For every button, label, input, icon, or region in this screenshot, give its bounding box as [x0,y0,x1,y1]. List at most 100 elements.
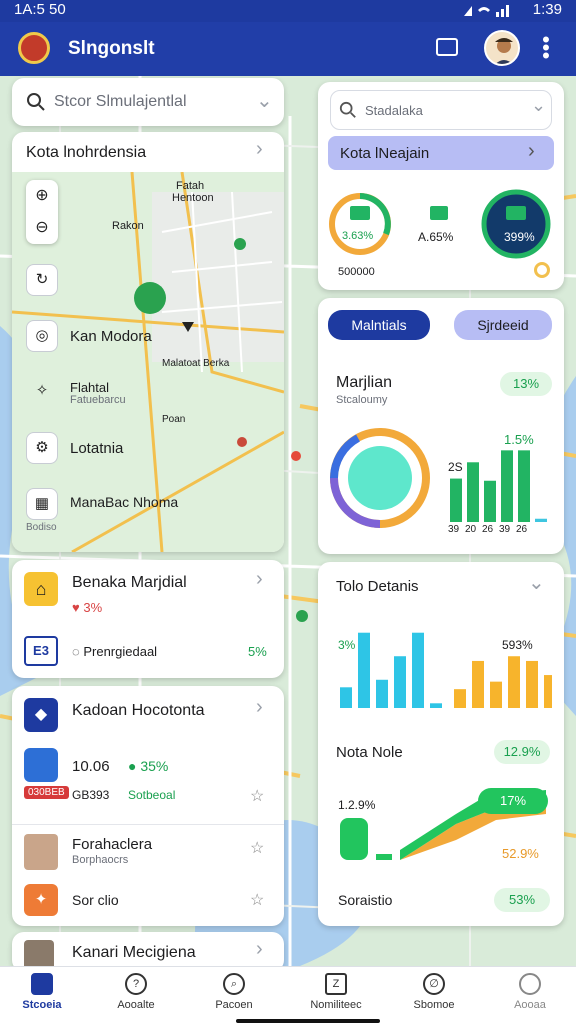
avatar[interactable] [484,30,520,66]
star-icon[interactable]: ☆ [250,786,264,806]
inbox-icon[interactable] [436,38,458,56]
more-options-icon[interactable]: • • • [542,29,550,67]
bar-chart-1 [450,450,547,522]
layers-icon[interactable]: ↻ [26,264,58,296]
bar [340,687,352,708]
card-b-row-text: Prenrgiedaal [83,644,158,659]
nav-item-home[interactable]: Stcoeia [2,973,82,1011]
bar [454,689,466,708]
chevron-right-icon[interactable]: › [256,696,263,719]
right-search-placeholder: Stadalaka [365,103,423,118]
ring-b-value: 399% [504,230,535,244]
globe-icon[interactable]: ◎ [26,320,58,352]
card-d-title: Kanari Mecigiena [72,944,196,961]
map-item-label[interactable]: ManaBac Nhoma [70,494,178,510]
x-tick-label: 20 [465,524,477,535]
bar [490,681,502,708]
card-b-badge: ♥ 3% [72,600,103,615]
nav-label: Stcoeia [22,999,62,1011]
chevron-right-icon[interactable]: › [256,568,263,591]
map-zoom-controls[interactable]: ⊕ ⊖ [26,180,58,244]
nav-item-search[interactable]: ⌕ Pacoen [194,973,274,1011]
area-badge: 17% [478,788,548,814]
nav-label: Aooaa [514,999,546,1011]
region-banner-label: Kota lNeajain [340,145,430,162]
compass-icon[interactable]: ✧ [26,376,58,408]
chart-card-title: Marjlian [336,374,393,391]
map-label: Fatah [176,180,205,192]
star-icon[interactable]: ☆ [250,890,264,910]
left-search-input[interactable]: Stcor Slmulajentlal [54,93,187,111]
bottom-nav: Stcoeia ? Aooalte ⌕ Pacoen Z Nomiliteec ∅ Sb… [0,966,576,1024]
details-card-title: Tolo Detanis [336,578,419,595]
map-card-title: Kota lnohrdensia [26,144,147,161]
card-b-row-value: 5% [248,644,267,659]
report-icon: E3 [24,636,58,666]
nav-label: Aooalte [117,999,155,1011]
bar [535,518,547,522]
bar [544,675,552,708]
card-c-action[interactable]: Sor clio [72,892,119,908]
app-title: Slngonslt [68,38,155,59]
nav-item-edit[interactable]: Z Nomiliteec [296,973,376,1011]
x-tick-label: 39 [499,524,511,535]
divider [12,824,284,825]
map-item-label[interactable]: Flahtal [70,380,109,395]
nav-item-activity[interactable]: ? Aooalte [96,973,176,1011]
right-top-card: Stadalaka ⌄ Kota lNeajain › 3.63% A.65% … [318,82,564,290]
chevron-down-icon[interactable]: ⌄ [531,95,546,116]
bar-chart-1-ticks: 39 20 26 39 26 [444,524,554,538]
chevron-right-icon[interactable]: › [256,938,263,961]
chevron-down-icon[interactable]: ⌄ [256,88,273,113]
nav-item-profile[interactable]: Aooaa [490,973,570,1011]
section2-title: Nota Nole [336,744,403,761]
card-c-person: Forahaclera [72,836,153,853]
tab-secondary[interactable]: Sjrdeeid [454,310,552,340]
card-c-title: Kadoan Hocotonta [72,702,205,719]
person-photo [24,834,58,870]
bar [508,656,520,708]
tab-primary[interactable]: Malntials [328,310,430,340]
chart-card-badge: 13% [500,372,552,396]
nav-item-compass[interactable]: ∅ Sbomoe [394,973,474,1011]
bar [526,660,538,708]
status-time-left: 1A:5 50 [14,1,66,18]
right-search-input[interactable]: Stadalaka ⌄ [330,90,552,130]
star-icon[interactable]: ☆ [250,838,264,858]
chevron-down-icon[interactable]: ⌄ [528,570,545,595]
status-dot-icon [534,262,550,278]
ring-a-value: 3.63% [342,230,374,242]
search-icon [339,101,356,118]
edit-icon: Z [325,973,347,995]
gear-icon[interactable]: ⚙ [26,432,58,464]
calendar-icon[interactable]: ▦ [26,488,58,520]
bar [358,632,370,708]
stat-rings [329,189,551,259]
search-icon [27,93,45,111]
chevron-right-icon[interactable]: › [256,138,263,161]
x-tick-label: 39 [448,524,460,535]
map-item-label[interactable]: Lotatnia [70,440,123,457]
card-c-tag: 030BEB [24,786,69,799]
x-tick-label: 26 [482,524,494,535]
card-c-change: ● 35% [128,758,169,774]
home-indicator [236,1019,380,1023]
map-card: Kota lnohrdensia › Fatah Hentoon Rakon M… [12,132,284,552]
summary-card-b[interactable]: ⌂ Benaka Marjdial ♥ 3% › E3 ◌ Prenrgieda… [12,560,284,678]
card-c-person-sub: Borphaocrs [72,854,129,866]
map-item-label[interactable]: Kan Modora [70,328,152,345]
bar [518,450,530,522]
area-value: 52.9% [502,846,539,861]
pattern-icon [24,748,58,782]
middle-stat-value: A.65% [418,230,454,244]
region-banner[interactable]: Kota lNeajain › [328,136,554,170]
bar [412,632,424,708]
chevron-right-icon: › [528,140,535,162]
summary-card-c[interactable]: ◆ Kadoan Hocotonta › 10.06 ● 35% 030BEB … [12,686,284,926]
nav-label: Sbomoe [413,999,455,1011]
left-search-card: Stcor Slmulajentlal ⌄ [12,78,284,126]
signal-icons [464,5,509,17]
chart-card-subtitle: Stcaloumy [336,394,388,406]
map-label: Hentoon [172,192,214,204]
bar [376,679,388,708]
